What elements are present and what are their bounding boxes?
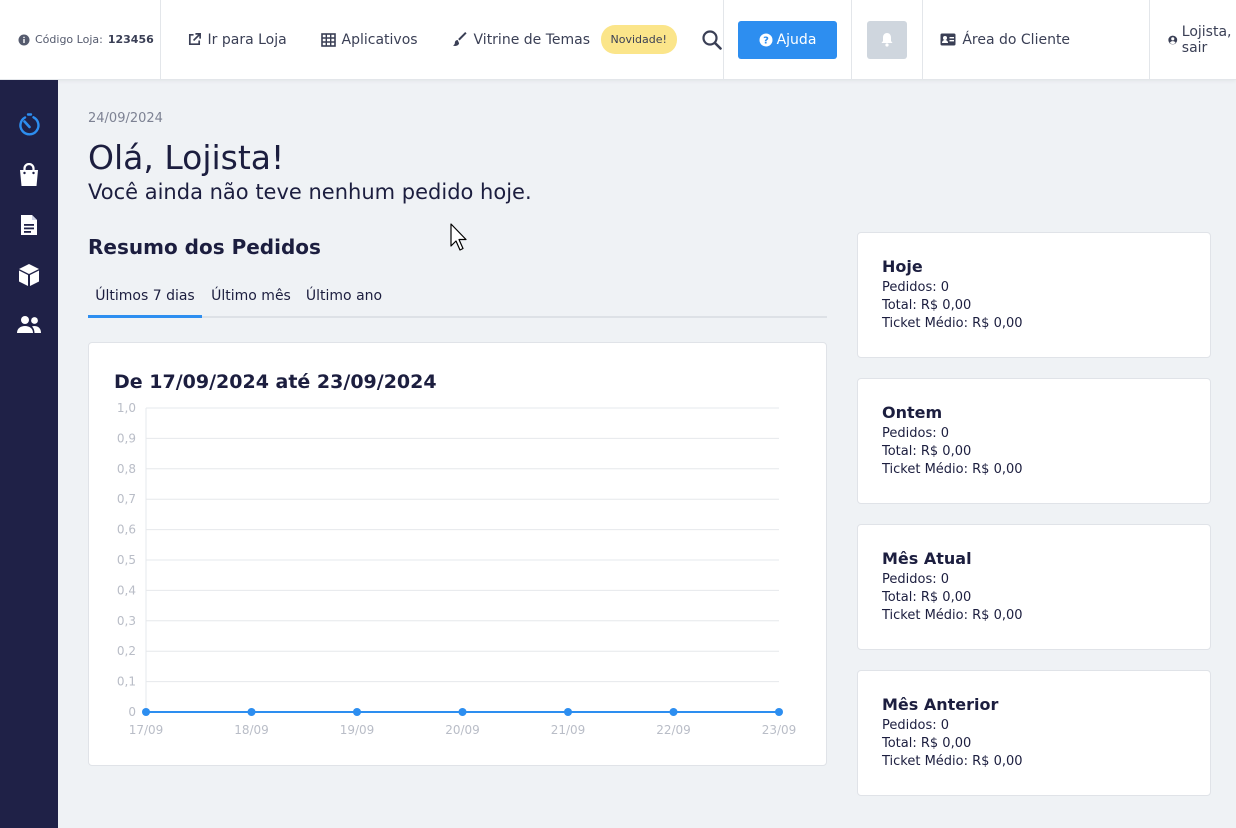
x-tick-label: 17/09 bbox=[129, 723, 164, 737]
stat-title: Ontem bbox=[882, 403, 943, 422]
search-icon bbox=[702, 29, 722, 50]
notifications-section bbox=[852, 0, 924, 80]
logout-label: Lojista, sair bbox=[1181, 23, 1232, 56]
stat-ticket: Ticket Médio: R$ 0,00 bbox=[882, 608, 1023, 623]
data-point bbox=[458, 708, 467, 716]
y-tick-label: 1,0 bbox=[117, 401, 136, 415]
mouse-cursor-icon bbox=[450, 223, 467, 251]
apps-label: Aplicativos bbox=[341, 31, 418, 48]
go-to-store-link[interactable]: Ir para Loja bbox=[187, 32, 321, 48]
orders-chart: 0 0,1 0,2 0,3 0,4 0,5 0,6 0,7 0,8 0,9 1,0 17/09 18/0… bbox=[117, 401, 797, 737]
sidebar bbox=[0, 80, 58, 828]
sidebar-item-customers[interactable] bbox=[14, 310, 44, 340]
x-tick-label: 18/09 bbox=[234, 723, 269, 737]
stat-card-current-month: Mês Atual Pedidos: 0 Total: R$ 0,00 Tick… bbox=[857, 524, 1211, 650]
orders-summary-title: Resumo dos Pedidos bbox=[88, 235, 321, 259]
store-code-label: Código Loja: bbox=[35, 33, 103, 46]
top-bar: Código Loja: 123456 Ir para Loja Aplicat… bbox=[0, 0, 1236, 80]
data-point bbox=[564, 708, 572, 716]
stat-total: Total: R$ 0,00 bbox=[882, 736, 972, 751]
period-tabs: Últimos 7 dias Último mês Último ano bbox=[88, 281, 827, 318]
stat-orders: Pedidos: 0 bbox=[882, 718, 949, 733]
sidebar-item-products[interactable] bbox=[14, 260, 44, 290]
help-label: Ajuda bbox=[776, 31, 817, 48]
y-tick-label: 0,6 bbox=[117, 523, 136, 537]
sidebar-item-orders[interactable] bbox=[14, 160, 44, 190]
stat-title: Mês Anterior bbox=[882, 695, 999, 714]
grid-icon bbox=[320, 32, 336, 47]
client-area-label: Área do Cliente bbox=[962, 31, 1071, 48]
brush-icon bbox=[452, 32, 467, 46]
help-button[interactable]: ? Ajuda bbox=[738, 20, 837, 59]
stat-title: Mês Atual bbox=[882, 549, 972, 568]
apps-link[interactable]: Aplicativos bbox=[320, 31, 453, 48]
question-icon: ? bbox=[759, 33, 773, 46]
stat-orders: Pedidos: 0 bbox=[882, 426, 949, 441]
themes-link[interactable]: Vitrine de Temas bbox=[452, 31, 599, 48]
themes-label: Vitrine de Temas bbox=[473, 31, 591, 48]
store-code-value: 123456 bbox=[107, 33, 154, 46]
sidebar-item-dashboard[interactable] bbox=[14, 110, 44, 140]
help-section: ? Ajuda bbox=[724, 0, 853, 80]
y-tick-label: 0,1 bbox=[117, 675, 136, 689]
logout-link[interactable]: Lojista, sair bbox=[1150, 0, 1236, 80]
data-point bbox=[353, 708, 361, 716]
store-code: Código Loja: 123456 bbox=[0, 0, 161, 80]
document-icon bbox=[21, 215, 37, 235]
orders-chart-card: De 17/09/2024 até 23/09/2024 0 0,1 0,2 0,3 0… bbox=[88, 342, 827, 766]
users-icon bbox=[17, 316, 41, 333]
search-button[interactable] bbox=[701, 29, 723, 51]
y-tick-label: 0,9 bbox=[117, 431, 136, 445]
stat-title: Hoje bbox=[882, 257, 923, 276]
box-icon bbox=[19, 264, 39, 286]
y-tick-label: 0,4 bbox=[117, 583, 136, 597]
bell-icon bbox=[881, 33, 893, 47]
stat-orders: Pedidos: 0 bbox=[882, 572, 949, 587]
page-subtitle: Você ainda não teve nenhum pedido hoje. bbox=[88, 180, 532, 204]
data-point bbox=[142, 708, 150, 716]
client-area-link[interactable]: Área do Cliente bbox=[923, 0, 1151, 80]
x-tick-label: 23/09 bbox=[762, 723, 797, 737]
y-tick-label: 0,5 bbox=[117, 553, 136, 567]
tab-last-7-days[interactable]: Últimos 7 dias bbox=[88, 281, 202, 318]
tab-last-year[interactable]: Último ano bbox=[300, 281, 388, 318]
stat-ticket: Ticket Médio: R$ 0,00 bbox=[882, 316, 1023, 331]
x-tick-label: 22/09 bbox=[656, 723, 691, 737]
x-tick-label: 20/09 bbox=[445, 723, 480, 737]
stat-ticket: Ticket Médio: R$ 0,00 bbox=[882, 754, 1023, 769]
dashboard-icon bbox=[19, 113, 40, 136]
y-tick-label: 0,3 bbox=[117, 614, 136, 628]
stat-total: Total: R$ 0,00 bbox=[882, 298, 972, 313]
top-links: Ir para Loja Aplicativos Vitrine de Tema… bbox=[161, 0, 724, 80]
y-tick-label: 0,2 bbox=[117, 644, 136, 658]
x-tick-label: 19/09 bbox=[340, 723, 375, 737]
data-point bbox=[775, 708, 783, 716]
tab-last-month[interactable]: Último mês bbox=[202, 281, 300, 318]
data-point bbox=[247, 708, 256, 716]
current-date: 24/09/2024 bbox=[88, 111, 163, 126]
page-title: Olá, Lojista! bbox=[88, 138, 285, 177]
x-tick-label: 21/09 bbox=[551, 723, 586, 737]
stat-total: Total: R$ 0,00 bbox=[882, 590, 972, 605]
y-tick-label: 0 bbox=[128, 705, 136, 719]
svg-text:?: ? bbox=[763, 35, 769, 46]
stat-card-today: Hoje Pedidos: 0 Total: R$ 0,00 Ticket Mé… bbox=[857, 232, 1211, 358]
external-link-icon bbox=[188, 33, 201, 46]
go-to-store-label: Ir para Loja bbox=[207, 31, 287, 48]
data-point bbox=[669, 708, 678, 716]
user-circle-icon bbox=[1168, 35, 1178, 44]
shopping-bag-icon bbox=[20, 163, 38, 186]
info-icon bbox=[18, 34, 30, 45]
stat-orders: Pedidos: 0 bbox=[882, 280, 949, 295]
stat-total: Total: R$ 0,00 bbox=[882, 444, 972, 459]
stat-card-yesterday: Ontem Pedidos: 0 Total: R$ 0,00 Ticket M… bbox=[857, 378, 1211, 504]
sidebar-item-documents[interactable] bbox=[14, 210, 44, 240]
y-tick-label: 0,8 bbox=[117, 462, 136, 476]
stat-card-previous-month: Mês Anterior Pedidos: 0 Total: R$ 0,00 T… bbox=[857, 670, 1211, 796]
notifications-button[interactable] bbox=[867, 20, 908, 59]
y-tick-label: 0,7 bbox=[117, 492, 136, 506]
id-card-icon bbox=[940, 33, 956, 46]
stat-ticket: Ticket Médio: R$ 0,00 bbox=[882, 462, 1023, 477]
new-badge: Novidade! bbox=[600, 25, 677, 54]
